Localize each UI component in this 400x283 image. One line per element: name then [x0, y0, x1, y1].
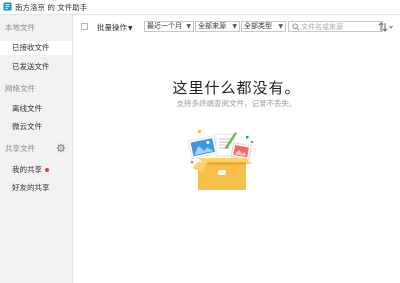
- window-title: 南方洛京 的 文件助手: [15, 3, 88, 12]
- empty-state-title: 这里什么都没有。: [172, 79, 301, 97]
- sidebar-item-offline[interactable]: 离线文件: [0, 102, 72, 116]
- sidebar-item-sent[interactable]: 已发送文件: [0, 60, 72, 74]
- title-bar: 南方洛京 的 文件助手: [0, 0, 400, 15]
- select-all-checkbox[interactable]: [81, 23, 88, 30]
- sort-icon[interactable]: [378, 22, 394, 32]
- chevron-down-icon: ▼: [186, 23, 191, 30]
- chevron-down-icon: ▼: [232, 23, 237, 30]
- sidebar-item-label: 我的共享: [12, 165, 42, 174]
- search-box[interactable]: [288, 21, 383, 32]
- section-header-cloud: 网络文件: [5, 84, 35, 93]
- batch-operation-label: 批量操作: [97, 23, 127, 32]
- source-filter-value: 全部来源: [198, 22, 226, 30]
- search-input[interactable]: [301, 22, 381, 31]
- empty-state-subtitle: 支持多终端查阅文件，记录不丢失。: [176, 99, 297, 108]
- sidebar-item-my-share[interactable]: 我的共享: [0, 163, 72, 177]
- time-filter-dropdown[interactable]: 最近一个月 ▼: [144, 21, 194, 32]
- type-filter-dropdown[interactable]: 全部类型 ▼: [241, 21, 286, 32]
- time-filter-value: 最近一个月: [147, 22, 182, 30]
- sidebar: 本地文件 已接收文件 已发送文件 网络文件 离线文件 微云文件 共享文件 我的共…: [0, 15, 73, 283]
- sidebar-item-friends-share[interactable]: 好友的共享: [0, 181, 72, 195]
- sidebar-item-weiyun[interactable]: 微云文件: [0, 120, 72, 134]
- search-icon: [292, 23, 300, 31]
- app-logo-icon: [3, 2, 12, 11]
- gear-icon[interactable]: [56, 143, 66, 153]
- empty-box-illustration: [187, 130, 254, 190]
- source-filter-dropdown[interactable]: 全部来源 ▼: [195, 21, 240, 32]
- caret-down-icon: ▼: [128, 25, 133, 32]
- notification-dot: [45, 168, 49, 172]
- batch-operation-button[interactable]: 批量操作▼: [97, 22, 133, 33]
- sidebar-item-received[interactable]: 已接收文件: [0, 41, 72, 55]
- chevron-down-icon: ▼: [278, 23, 283, 30]
- type-filter-value: 全部类型: [244, 22, 272, 30]
- section-header-shared: 共享文件: [5, 144, 35, 153]
- toolbar: 批量操作▼ 最近一个月 ▼ 全部来源 ▼ 全部类型 ▼: [73, 15, 400, 39]
- section-header-local: 本地文件: [5, 23, 35, 32]
